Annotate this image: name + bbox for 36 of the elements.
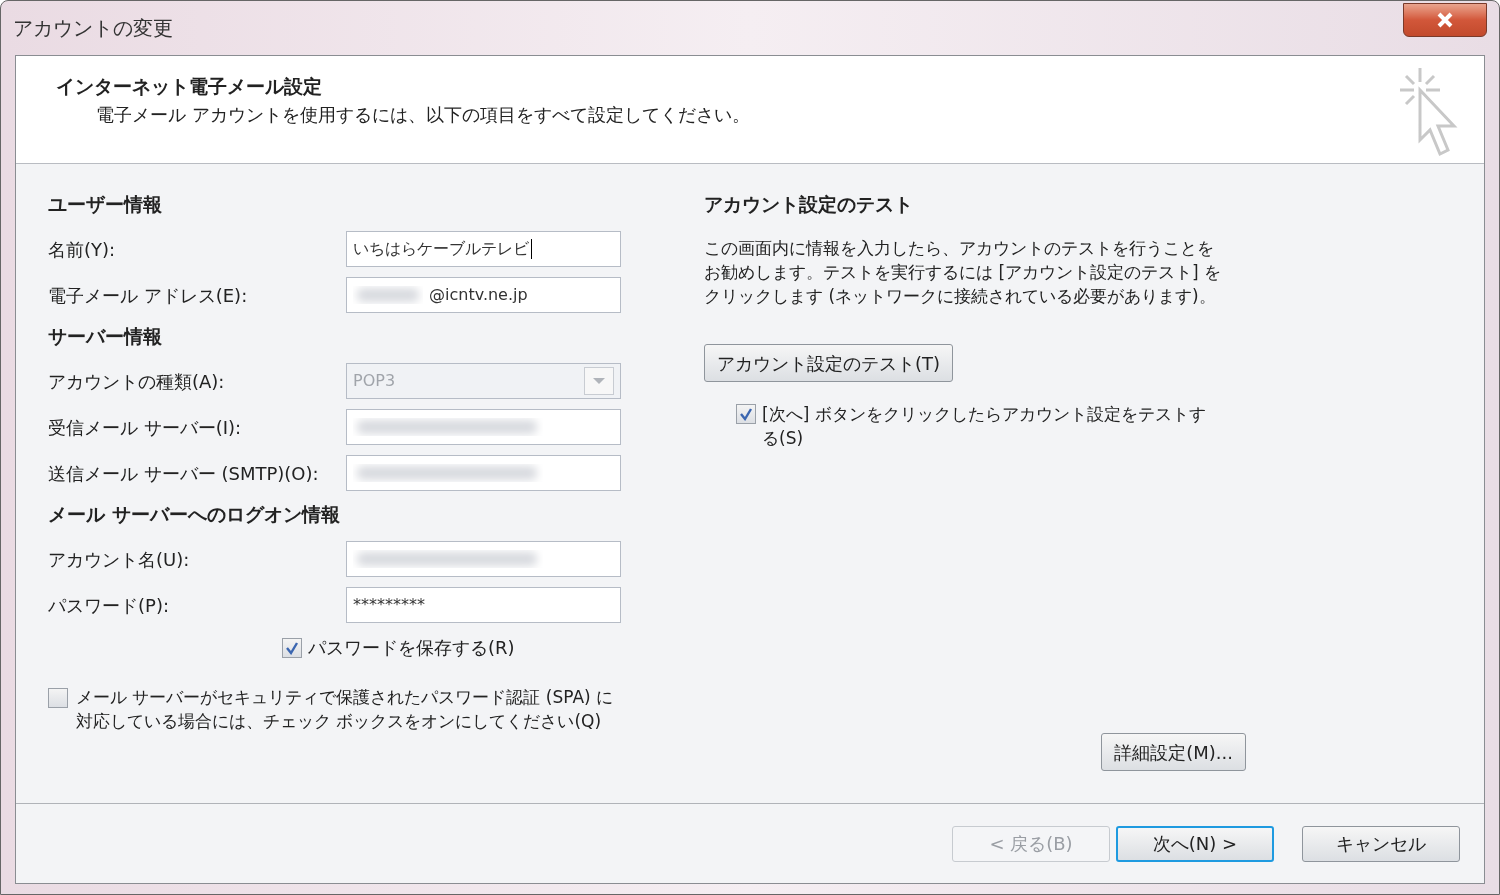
checkbox[interactable] <box>282 637 302 658</box>
close-button[interactable] <box>1403 3 1487 37</box>
header-subtitle: 電子メール アカウントを使用するには、以下の項目をすべて設定してください。 <box>95 102 750 127</box>
field-label: 電子メール アドレス(E): <box>48 283 249 308</box>
dropdown-icon <box>584 367 614 395</box>
field-label: 名前(Y): <box>48 237 117 262</box>
section-heading: ユーザー情報 <box>48 192 163 217</box>
checkbox-label: [次へ] ボタンをクリックしたらアカウント設定をテストする(S) <box>762 403 1207 450</box>
input-field[interactable] <box>346 455 621 491</box>
header-title: インターネット電子メール設定 <box>56 74 323 99</box>
input-field[interactable]: ********* <box>346 587 621 623</box>
checkbox-label: メール サーバーがセキュリティで保護されたパスワード認証 (SPA) に対応している場合には、チェック ボックスをオンにしてください(Q) <box>76 686 615 733</box>
test-account-button[interactable]: アカウント設定のテスト(T) <box>704 344 954 382</box>
section-heading: メール サーバーへのログオン情報 <box>48 502 341 527</box>
field-label: 受信メール サーバー(I): <box>48 415 243 440</box>
window-title: アカウントの変更 <box>13 15 173 42</box>
input-field[interactable]: いちはらケーブルテレビ <box>346 231 621 267</box>
field-label: アカウントの種類(A): <box>48 369 226 394</box>
input-field[interactable]: @icntv.ne.jp <box>346 277 621 313</box>
close-icon <box>1436 12 1454 28</box>
input-field[interactable] <box>346 541 621 577</box>
section-heading: アカウント設定のテスト <box>704 192 914 217</box>
field-label: 送信メール サーバー (SMTP)(O): <box>48 461 320 486</box>
footer-button[interactable]: キャンセル <box>1302 825 1460 862</box>
field-label: パスワード(P): <box>48 593 170 618</box>
footer-button[interactable]: 次へ(N) > <box>1116 825 1274 862</box>
advanced-settings-button[interactable]: 詳細設定(M)... <box>1101 733 1246 771</box>
checkbox-label: パスワードを保存する(R) <box>308 636 515 660</box>
input-field[interactable] <box>346 409 621 445</box>
checkbox[interactable] <box>48 688 68 708</box>
checkbox[interactable] <box>736 404 756 424</box>
test-description: この画面内に情報を入力したら、アカウントのテストを行うことをお勧めします。テストを実行するには [アカウント設定のテスト] をクリックします (ネットワークに接続されている必要があります)。 <box>704 237 1223 308</box>
section-heading: サーバー情報 <box>48 324 163 349</box>
field-label: アカウント名(U): <box>48 547 191 572</box>
checkmark-icon <box>739 407 753 421</box>
checkmark-icon <box>285 640 299 655</box>
